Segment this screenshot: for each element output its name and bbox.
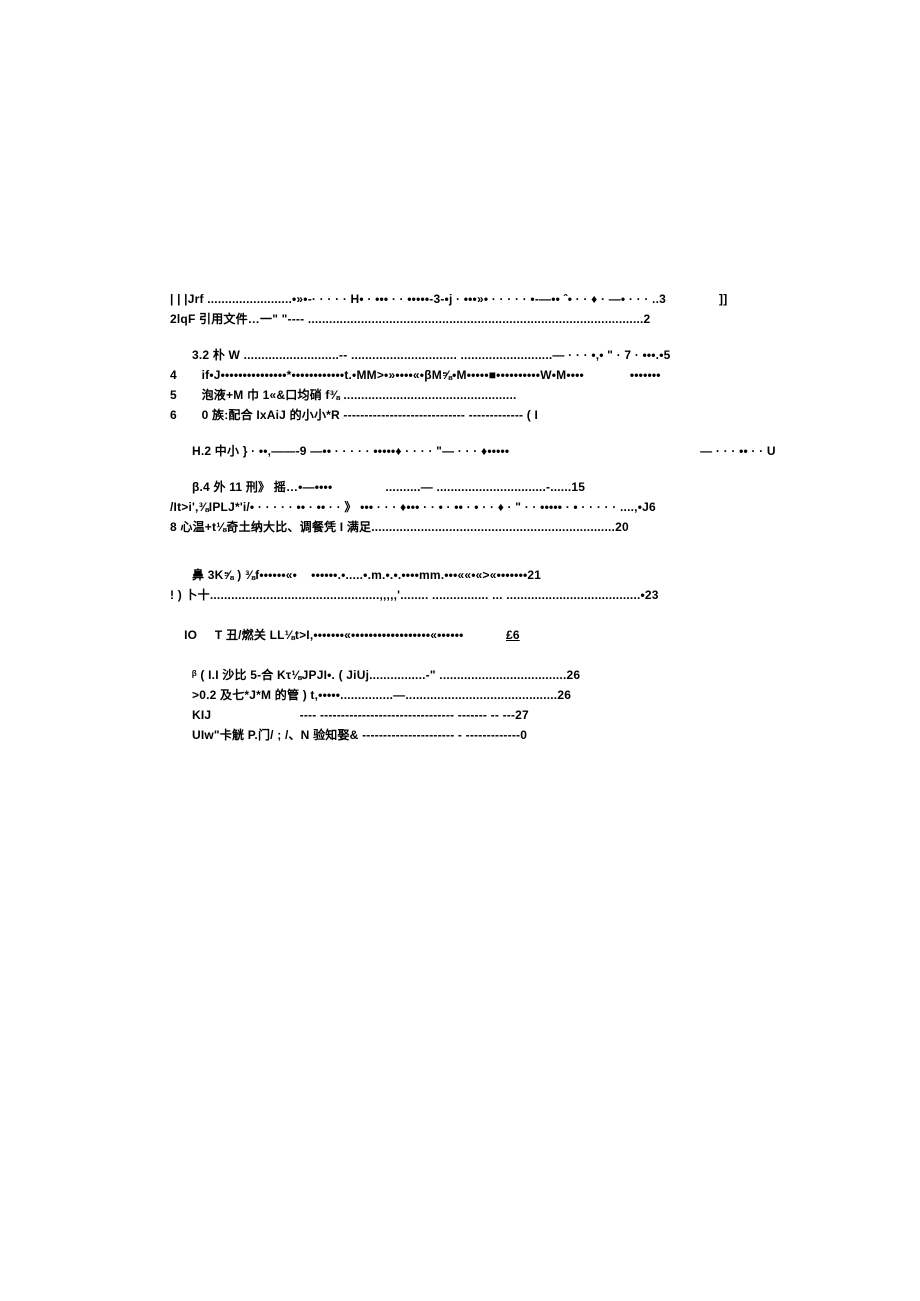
toc-line-13-text: IO T 丑/燃关 LL⅛t>I,•••••••«•••••••••••••••…: [184, 628, 506, 642]
toc-line-3: 3.2 朴 W ...........................-- ..…: [170, 345, 860, 365]
toc-line-11: 鼻 3K⅝ ) ⅜f••••••«• ••••••.•.....•.m.•.•.…: [170, 565, 860, 585]
toc-line-16: KIJ ---- -------------------------------…: [170, 705, 860, 725]
toc-line-2: 2lqF 引用文件…一" "---- .....................…: [170, 309, 860, 329]
toc-line-9: /It>i',⅜IPLJ*'i/• · · · · · •• · •• · · …: [170, 497, 860, 517]
toc-line-1: | | |Jrf ........................•»•‑· ·…: [170, 289, 860, 309]
toc-line-4: 4 if•J•••••••••••••••*••••••••••••t.•MM>…: [170, 365, 860, 385]
toc-line-13-page: £6: [506, 628, 520, 642]
document-page: | | |Jrf ........................•»•‑· ·…: [0, 0, 920, 1301]
toc-line-8: β.4 外 11 刑》 摇…•—•••• ..........— .......…: [170, 477, 860, 497]
toc-line-14: ᵝ ( I.I 沙比 5-合 Kτ⅛JPJI•. ( JiUj.........…: [170, 665, 860, 685]
toc-line-10: 8 心温+t⅛奇土纳大比、调餐凭 I 满足...................…: [170, 517, 860, 537]
toc-line-17: UIw"卡觥 P.门/ ; /、N 验知娶& -----------------…: [170, 725, 860, 745]
toc-line-5: 5 泡液+M 巾 1«&口均硝 f⅜ .....................…: [170, 385, 860, 405]
toc-line-15: >0.2 及七*J*M 的管 ) t,•••••...............—…: [170, 685, 860, 705]
toc-line-7: H.2 中小 } · ••,——-9 —•• · · · · · •••••♦ …: [170, 441, 860, 461]
toc-line-6: 6 0 族:配合 IxAiJ 的小小*R -------------------…: [170, 405, 860, 425]
toc-line-12: ! ) 卜十..................................…: [170, 585, 860, 605]
toc-line-13: IO T 丑/燃关 LL⅛t>I,•••••••«•••••••••••••••…: [170, 605, 860, 665]
